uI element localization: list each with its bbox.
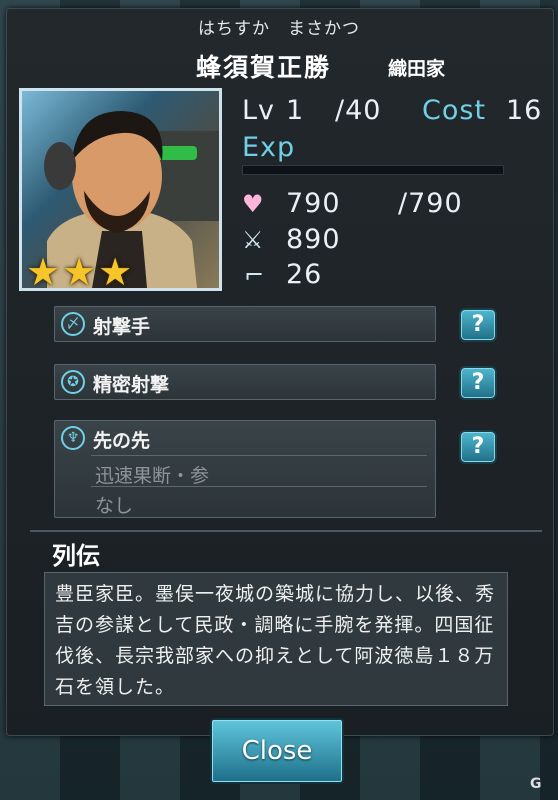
skill-label: 射撃手 bbox=[93, 316, 151, 338]
skill-1-help-button[interactable]: ? bbox=[459, 308, 497, 342]
bow-icon: 〆 bbox=[61, 312, 85, 336]
rarity-stars: ★ ★ ★ bbox=[26, 250, 133, 291]
skill-label: 先の先 bbox=[93, 430, 151, 452]
bio-box[interactable]: 豊臣家臣。墨俣一夜城の築城に協力し、以後、秀吉の参謀として民政・調略に手腕を発揮… bbox=[44, 572, 508, 706]
exp-label: Exp bbox=[242, 132, 296, 163]
watermark-logo: G bbox=[530, 776, 542, 792]
hp-value: 790 bbox=[286, 188, 341, 219]
clan-name: 織田家 bbox=[388, 58, 446, 80]
character-name: 蜂須賀正勝 bbox=[196, 53, 332, 82]
star-icon: ★ bbox=[98, 250, 133, 291]
speed-value: 26 bbox=[286, 259, 323, 290]
close-button[interactable]: Close bbox=[210, 718, 344, 784]
section-divider bbox=[30, 530, 542, 532]
sub-skill-1: 迅速果断・参 bbox=[95, 465, 210, 487]
divider bbox=[91, 486, 427, 487]
star-icon: ★ bbox=[62, 250, 97, 291]
max-level: /40 bbox=[335, 95, 382, 126]
boot-icon: ⌐ bbox=[244, 261, 265, 289]
cost-value: 16 bbox=[506, 95, 543, 126]
divider bbox=[91, 455, 427, 456]
skill-3-help-button[interactable]: ? bbox=[459, 430, 497, 464]
skill-label: 精密射撃 bbox=[93, 374, 170, 396]
attack-value: 890 bbox=[286, 224, 341, 255]
hp-max: /790 bbox=[398, 188, 463, 219]
bio-title: 列伝 bbox=[52, 542, 100, 570]
character-portrait: ★ ★ ★ bbox=[19, 88, 222, 291]
level-value: 1 bbox=[286, 95, 305, 126]
heart-icon: ♥ bbox=[242, 190, 264, 218]
level-label: Lv bbox=[242, 95, 276, 126]
pentagram-icon: ✪ bbox=[61, 370, 85, 394]
name-reading: はちすか まさかつ bbox=[198, 19, 360, 39]
cost-label: Cost bbox=[422, 95, 487, 126]
skill-2-help-button[interactable]: ? bbox=[459, 366, 497, 400]
bio-text: 豊臣家臣。墨俣一夜城の築城に協力し、以後、秀吉の参謀として民政・調略に手腕を発揮… bbox=[55, 583, 496, 698]
figure-icon: ♆ bbox=[61, 426, 85, 450]
star-icon: ★ bbox=[26, 250, 61, 291]
sword-icon: ⚔ bbox=[242, 226, 264, 254]
exp-bar bbox=[242, 165, 504, 175]
skill-row-2[interactable]: ✪ 精密射撃 bbox=[54, 364, 436, 400]
skill-row-3[interactable]: ♆ 先の先 迅速果断・参 なし bbox=[54, 420, 436, 518]
sub-skill-2: なし bbox=[95, 495, 134, 517]
skill-row-1[interactable]: 〆 射撃手 bbox=[54, 306, 436, 342]
